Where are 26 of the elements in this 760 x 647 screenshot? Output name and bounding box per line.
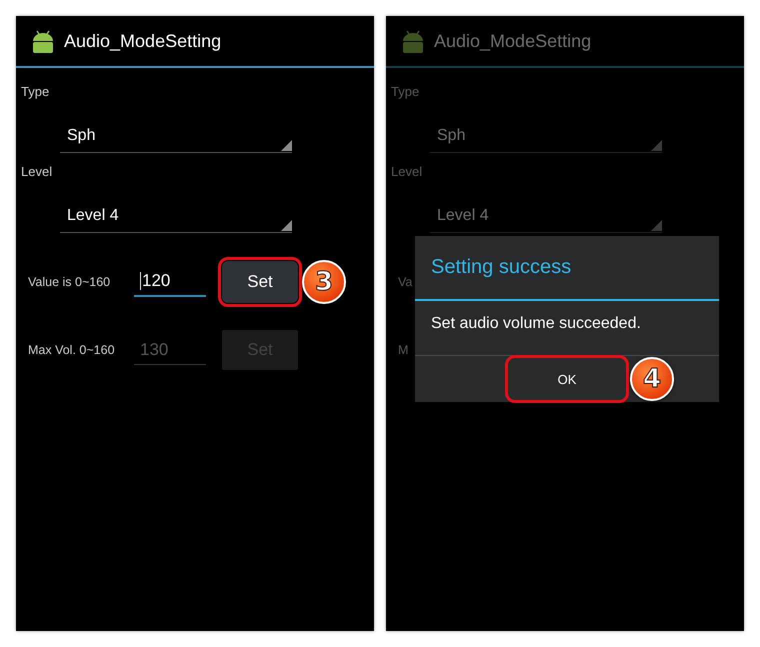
dropdown[interactable]: Level 4 [430, 200, 662, 233]
android-icon [30, 28, 56, 54]
row-label: M [398, 343, 410, 357]
android-icon [400, 28, 426, 54]
dropdown-corner-icon [651, 220, 662, 231]
field-label: Type [21, 84, 50, 100]
step-badge: 3 [302, 260, 346, 304]
dropdown-corner-icon [281, 220, 292, 231]
set-button[interactable]: Set [222, 261, 298, 303]
dropdown[interactable]: Level 4 [60, 200, 292, 233]
step-badge: 4 [630, 357, 674, 401]
row-label: Va [398, 275, 414, 289]
dropdown[interactable]: Sph [430, 120, 662, 153]
dialog-title: Setting success [415, 236, 719, 301]
window-title: Audio_ModeSetting [434, 30, 592, 52]
dropdown-corner-icon [651, 140, 662, 151]
input-field[interactable]: 120 [134, 267, 206, 297]
dropdown-corner-icon [281, 140, 292, 151]
field-label: Level [391, 164, 424, 180]
dropdown[interactable]: Sph [60, 120, 292, 153]
row-label: Max Vol. 0~160 [28, 343, 116, 357]
ok-button[interactable]: OK [508, 358, 626, 400]
field-label: Type [391, 84, 420, 100]
row-label: Value is 0~160 [28, 275, 112, 289]
window-title: Audio_ModeSetting [64, 30, 222, 52]
field-label: Level [21, 164, 54, 180]
